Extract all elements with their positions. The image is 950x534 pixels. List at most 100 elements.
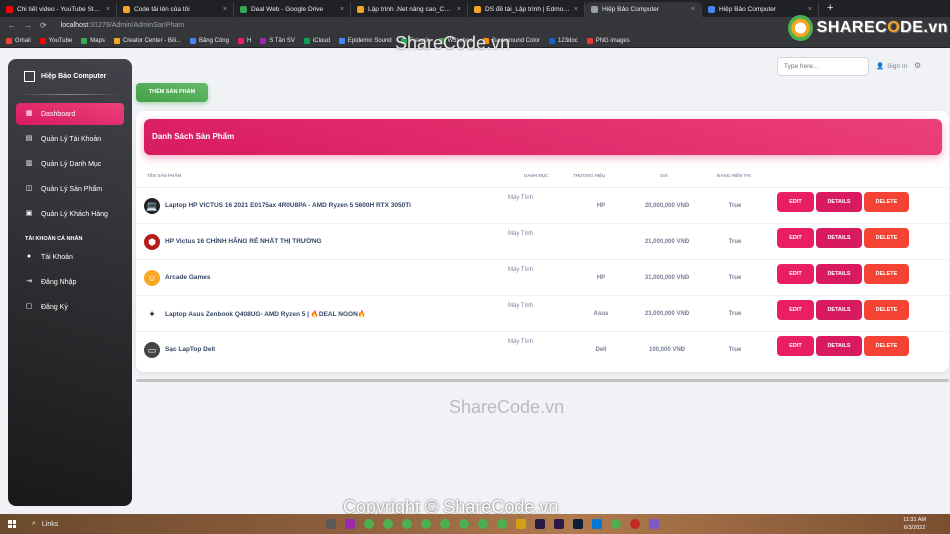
browser-tab[interactable]: Code tải lên của tôi × — [117, 2, 234, 17]
horizontal-scrollbar[interactable] — [136, 379, 949, 382]
sidebar-item-2[interactable]: ▤ Quản Lý Tài Khoản — [16, 128, 124, 150]
settings-gear-icon[interactable]: ⚙ — [914, 61, 921, 70]
chrome-icon[interactable] — [478, 519, 488, 529]
forward-icon[interactable]: → — [24, 21, 32, 30]
details-button[interactable]: DETAILS — [816, 336, 862, 356]
search-input[interactable] — [777, 57, 869, 76]
delete-button[interactable]: DELETE — [864, 264, 909, 284]
bookmark-label: Creator Center - Bili... — [122, 37, 181, 44]
edit-button[interactable]: EDIT — [777, 228, 814, 248]
product-category: Máy Tính — [508, 303, 533, 309]
sidebar-brand[interactable]: Hiệp Bảo Computer — [8, 59, 132, 94]
folder-icon[interactable] — [516, 519, 526, 529]
bookmark-item[interactable]: Gmail — [6, 37, 31, 44]
col-header-category: DANH MỤC — [524, 173, 549, 178]
chrome-icon[interactable] — [440, 519, 450, 529]
details-button[interactable]: DETAILS — [816, 228, 862, 248]
bookmark-item[interactable]: PNG images — [586, 37, 630, 44]
bookmark-label: H — [246, 37, 252, 44]
audition-icon[interactable] — [554, 519, 564, 529]
bookmark-item[interactable]: YouTube — [39, 37, 72, 44]
sidebar-account-item[interactable]: ▢ Đăng Ký — [16, 296, 124, 318]
taskbar-apps — [326, 519, 659, 529]
chrome-icon[interactable] — [402, 519, 412, 529]
bookmark-item[interactable]: Epidemic Sound — [338, 37, 392, 44]
windows-start-icon[interactable] — [8, 520, 16, 528]
add-product-button[interactable]: THÊM SẢN PHẨM — [136, 83, 208, 102]
product-price: 31,000,000 VNĐ — [644, 275, 690, 281]
product-thumbnail: 💻 — [144, 198, 160, 214]
app-icon[interactable] — [345, 519, 355, 529]
sign-in-link[interactable]: 👤 Sign In — [876, 62, 907, 71]
bookmark-item[interactable]: iCloud — [303, 37, 330, 44]
sidebar-account-item[interactable]: ● Tài Khoản — [16, 246, 124, 268]
col-header-price: GIÁ — [660, 173, 669, 178]
tab-close-icon[interactable]: × — [691, 6, 695, 13]
browser-tab[interactable]: Lập trình .Net nâng cao_CNTT1... × — [351, 2, 468, 17]
bookmark-icon — [549, 37, 556, 44]
tab-close-icon[interactable]: × — [457, 6, 461, 13]
product-price: 100,000 VNĐ — [648, 347, 686, 353]
details-button[interactable]: DETAILS — [816, 192, 862, 212]
tab-close-icon[interactable]: × — [574, 6, 578, 13]
browser-tab[interactable]: Hiệp Bảo Computer × — [585, 2, 702, 17]
product-name: Laptop HP VICTUS 16 2021 E0175ax 4R0U8PA… — [165, 202, 411, 209]
url-path: :31279/Admin/AdminSanPham — [88, 22, 185, 29]
product-price: 20,000,000 VNĐ — [644, 203, 690, 209]
details-button[interactable]: DETAILS — [816, 264, 862, 284]
browser-tab[interactable]: DS đề tài_Lập trình | Edmodo × — [468, 2, 585, 17]
sidebar-item-4[interactable]: ◫ Quản Lý Sản Phẩm — [16, 178, 124, 200]
tab-favicon-icon — [357, 6, 364, 13]
edit-button[interactable]: EDIT — [777, 264, 814, 284]
sidebar-item-1[interactable]: ▦ Dashboard — [16, 103, 124, 125]
tab-favicon-icon — [708, 6, 715, 13]
product-name: Arcade Games — [165, 274, 211, 281]
taskview-icon[interactable] — [326, 519, 336, 529]
obs-icon[interactable] — [630, 519, 640, 529]
premiere-icon[interactable] — [535, 519, 545, 529]
photoshop-icon[interactable] — [573, 519, 583, 529]
chrome-icon[interactable] — [364, 519, 374, 529]
sidebar-section-title: TÀI KHOẢN CÁ NHÂN — [25, 236, 83, 242]
sidebar-item-3[interactable]: ▥ Quản Lý Danh Mục — [16, 153, 124, 175]
windows-taskbar: ⌕ Links 11:31 AM 6/3/2022 — [0, 514, 950, 534]
delete-button[interactable]: DELETE — [864, 228, 909, 248]
browser-tab[interactable]: Deal Web - Google Drive × — [234, 2, 351, 17]
skype-icon[interactable] — [592, 519, 602, 529]
tab-close-icon[interactable]: × — [340, 6, 344, 13]
taskbar-search[interactable]: ⌕ Links — [32, 520, 58, 528]
sidebar-account-item[interactable]: ⇥ Đăng Nhập — [16, 271, 124, 293]
bookmark-item[interactable]: 123doc — [549, 37, 578, 44]
delete-button[interactable]: DELETE — [864, 336, 909, 356]
edit-button[interactable]: EDIT — [777, 300, 814, 320]
delete-button[interactable]: DELETE — [864, 300, 909, 320]
chrome-icon[interactable] — [383, 519, 393, 529]
bookmark-item[interactable]: H — [237, 37, 252, 44]
taskbar-clock[interactable]: 11:31 AM 6/3/2022 — [903, 516, 926, 532]
bookmark-item[interactable]: S Tân SV — [260, 37, 295, 44]
bookmark-icon — [81, 37, 88, 44]
col-header-shown: ĐANG HIỂN THỊ — [717, 173, 751, 178]
taskbar-search-label: Links — [41, 520, 59, 528]
bookmark-item[interactable]: Bảng Công — [189, 37, 229, 44]
browser-tab[interactable]: Chi tiết video - YouTube Studio × — [0, 2, 117, 17]
delete-button[interactable]: DELETE — [864, 192, 909, 212]
url-field[interactable]: localhost:31279/Admin/AdminSanPham — [61, 22, 184, 29]
edit-button[interactable]: EDIT — [777, 336, 814, 356]
sidebar-item-label: Dashboard — [41, 110, 76, 118]
visual-studio-icon[interactable] — [649, 519, 659, 529]
back-icon[interactable]: ← — [8, 21, 16, 30]
bookmark-icon — [260, 37, 267, 44]
chrome-icon[interactable] — [497, 519, 507, 529]
edit-button[interactable]: EDIT — [777, 192, 814, 212]
bookmark-item[interactable]: Creator Center - Bili... — [113, 37, 181, 44]
tab-close-icon[interactable]: × — [223, 6, 227, 13]
sidebar-item-5[interactable]: ▣ Quản Lý Khách Hàng — [16, 203, 124, 225]
details-button[interactable]: DETAILS — [816, 300, 862, 320]
chrome-icon[interactable] — [421, 519, 431, 529]
chrome-icon[interactable] — [459, 519, 469, 529]
tab-close-icon[interactable]: × — [106, 6, 110, 13]
bookmark-item[interactable]: Maps — [81, 37, 105, 44]
chrome-icon[interactable] — [611, 519, 621, 529]
reload-icon[interactable]: ⟳ — [40, 21, 47, 30]
